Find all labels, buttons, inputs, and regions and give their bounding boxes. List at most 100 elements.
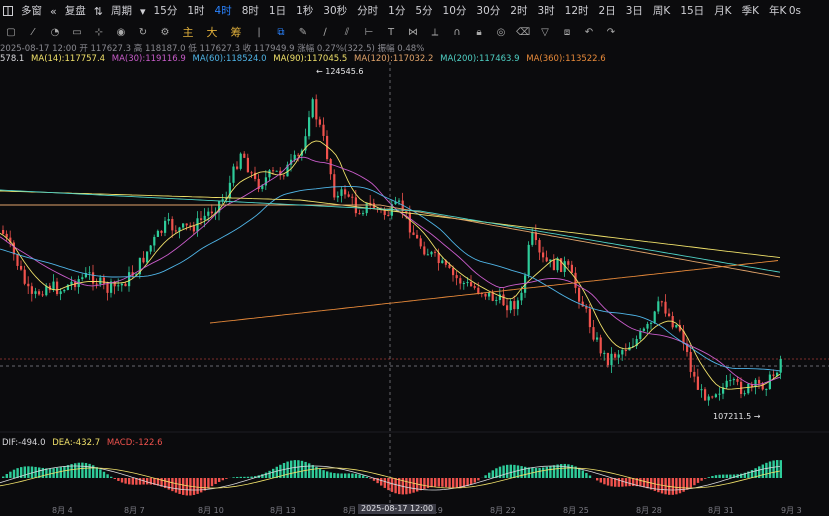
candle-body: [470, 282, 472, 286]
candle-body: [726, 381, 728, 387]
candle-body: [146, 252, 148, 263]
macd-bar: [16, 468, 18, 478]
candle-body: [520, 293, 522, 301]
candle-body: [344, 189, 346, 194]
x-tick: 8月: [343, 505, 356, 516]
macd-bar: [697, 478, 699, 483]
candle-body: [27, 284, 29, 286]
candle-body: [250, 172, 252, 173]
candle-body: [466, 282, 468, 283]
candle-body: [106, 284, 108, 293]
candle-body: [103, 278, 105, 284]
candle-body: [398, 201, 400, 202]
macd-bar: [276, 467, 278, 478]
candle-body: [81, 277, 83, 279]
candle-body: [650, 323, 652, 324]
macd-bar: [549, 466, 551, 478]
macd-bar: [618, 478, 620, 487]
macd-bar: [470, 478, 472, 485]
macd-bar: [704, 478, 706, 479]
macd-bar: [679, 478, 681, 493]
macd-bar: [81, 463, 83, 478]
macd-bar: [430, 478, 432, 487]
candle-body: [31, 286, 33, 294]
x-tick: 8月 25: [563, 505, 589, 516]
macd-bar: [110, 477, 112, 478]
candle-body: [247, 158, 249, 172]
candle-body: [243, 154, 245, 158]
candle-body: [700, 389, 702, 390]
macd-bar: [445, 478, 447, 487]
macd-bar: [600, 478, 602, 483]
macd-bar: [589, 476, 591, 478]
macd-bar: [344, 473, 346, 478]
candle-body: [567, 261, 569, 265]
macd-bar: [225, 478, 227, 479]
macd-legend: DIF:-494.0 DEA:-432.7 MACD:-122.6: [2, 438, 167, 448]
macd-bar: [571, 465, 573, 478]
candle-body: [718, 394, 720, 395]
candle-body: [553, 259, 555, 270]
macd-bar: [762, 465, 764, 478]
macd-bar: [607, 478, 609, 486]
candle-body: [729, 380, 731, 381]
macd-bar: [340, 474, 342, 478]
candle-body: [294, 155, 296, 160]
macd-bar: [207, 478, 209, 488]
macd-bar: [621, 478, 623, 487]
candle-body: [211, 212, 213, 214]
macd-bar: [268, 471, 270, 478]
candle-body: [513, 301, 515, 309]
candle-body: [160, 231, 162, 233]
candle-body: [646, 324, 648, 329]
macd-bar: [63, 466, 65, 478]
candle-body: [502, 295, 504, 306]
macd-bar: [502, 466, 504, 478]
macd-bar: [700, 478, 702, 481]
candle-body: [276, 171, 278, 172]
candle-body: [690, 352, 692, 372]
macd-bar: [380, 478, 382, 486]
macd-bar: [610, 478, 612, 486]
x-tick: 8月 4: [52, 505, 73, 516]
macd-bar: [2, 477, 4, 478]
macd-bar: [204, 478, 206, 491]
x-tick: 8月 13: [270, 505, 296, 516]
macd-bar: [772, 460, 774, 478]
candle-body: [484, 294, 486, 297]
candle-body: [193, 226, 195, 231]
low-value: 107211.5: [713, 412, 751, 421]
macd-bar: [690, 478, 692, 488]
macd-bar: [297, 460, 299, 478]
macd-bar: [416, 478, 418, 492]
candle-body: [322, 125, 324, 136]
macd-bar: [553, 465, 555, 478]
candle-body: [772, 375, 774, 376]
macd-bar: [456, 478, 458, 488]
macd-bar: [13, 470, 15, 478]
macd-bar: [596, 478, 598, 480]
candle-body: [423, 246, 425, 254]
macd-bar: [484, 475, 486, 478]
candle-body: [578, 288, 580, 302]
candle-body: [124, 284, 126, 286]
macd-bar: [628, 478, 630, 486]
candle-body: [60, 291, 62, 294]
candle-body: [488, 292, 490, 296]
candle-body: [63, 290, 65, 291]
x-tick: 9月 3: [781, 505, 802, 516]
macd-bar: [351, 473, 353, 478]
macd-bar: [441, 478, 443, 487]
macd-bar: [578, 468, 580, 478]
macd-bar: [693, 478, 695, 485]
macd-bar: [715, 475, 717, 478]
macd-bar: [103, 472, 105, 478]
candle-body: [610, 354, 612, 365]
candle-body: [495, 300, 497, 301]
candle-body: [168, 219, 170, 221]
candle-body: [538, 240, 540, 252]
candle-body: [38, 291, 40, 294]
candle-body: [150, 246, 152, 252]
macd-bar: [132, 478, 134, 485]
candle-body: [459, 278, 461, 283]
